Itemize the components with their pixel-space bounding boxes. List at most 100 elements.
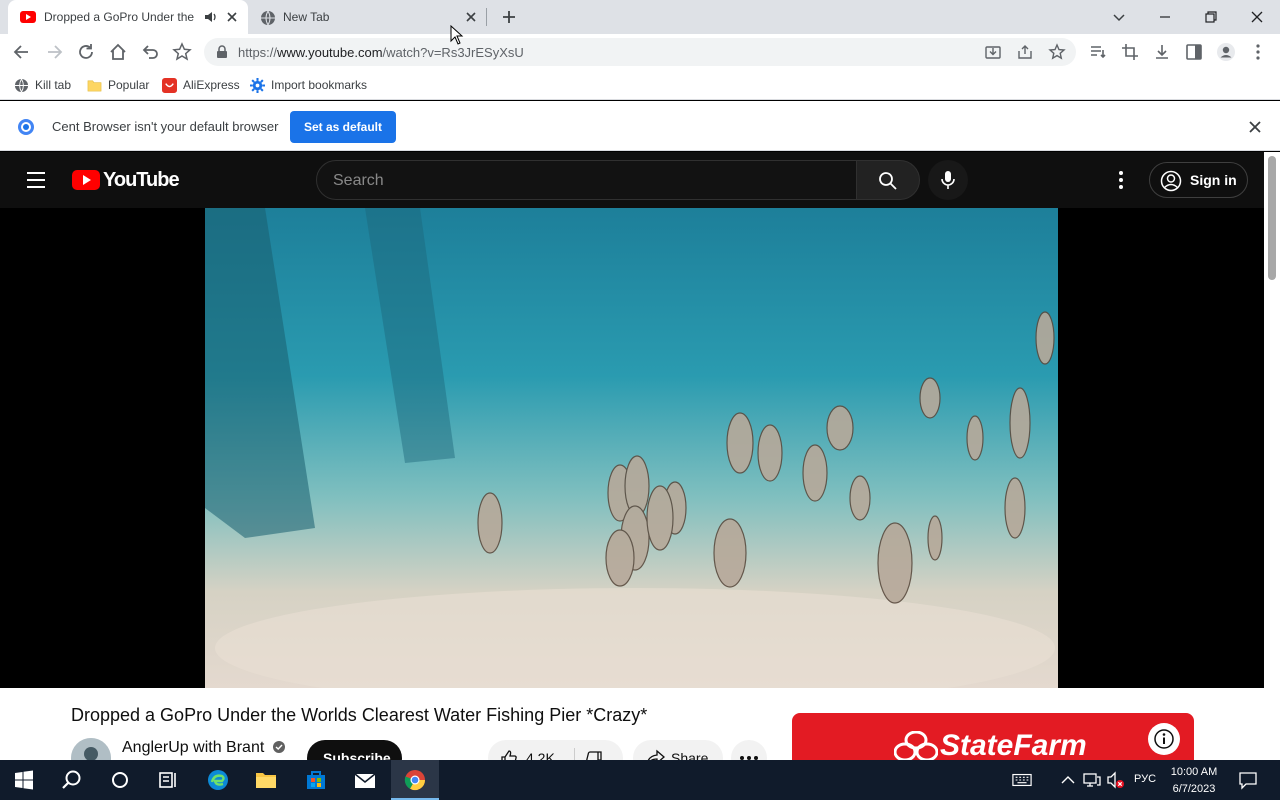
minimize-icon[interactable]	[1156, 8, 1174, 26]
tab-youtube[interactable]: Dropped a GoPro Under the	[8, 0, 248, 34]
taskbar-search[interactable]	[48, 760, 96, 800]
input-language[interactable]: РУС	[1134, 773, 1156, 785]
youtube-settings-kebab-icon[interactable]	[1112, 170, 1130, 190]
bookmarks-bar: Kill tab Popular AliExpress Import bookm…	[0, 70, 1280, 100]
sign-in-button[interactable]: Sign in	[1149, 162, 1248, 198]
share-button[interactable]: Share	[633, 740, 723, 760]
restore-icon[interactable]	[1202, 8, 1220, 26]
sign-in-label: Sign in	[1190, 172, 1237, 188]
video-player[interactable]	[0, 208, 1264, 688]
close-tab-icon[interactable]	[225, 10, 239, 24]
youtube-logo[interactable]: YouTube	[72, 169, 180, 191]
keyboard-tray-icon[interactable]	[1012, 770, 1032, 790]
network-icon[interactable]	[1082, 770, 1102, 790]
bookmark-star-icon[interactable]	[172, 42, 192, 62]
bookmark-import[interactable]: Import bookmarks	[250, 76, 367, 94]
reading-list-icon[interactable]	[1088, 42, 1108, 62]
youtube-logo-text: YouTube	[103, 169, 180, 191]
bookmark-aliexpress[interactable]: AliExpress	[162, 76, 240, 94]
install-app-icon[interactable]	[984, 43, 1002, 61]
share-page-icon[interactable]	[1016, 43, 1034, 61]
address-bar[interactable]: https://www.youtube.com/watch?v=Rs3JrESy…	[204, 38, 1076, 66]
voice-search-button[interactable]	[928, 160, 968, 200]
download-icon[interactable]	[1152, 42, 1172, 62]
url-text[interactable]: https://www.youtube.com/watch?v=Rs3JrESy…	[238, 45, 524, 60]
subscribe-button[interactable]: Subscribe	[307, 740, 402, 760]
microphone-icon	[941, 171, 955, 189]
home-icon[interactable]	[108, 42, 128, 62]
channel-avatar[interactable]	[71, 738, 111, 760]
url-host: www.youtube.com	[277, 45, 383, 60]
url-path: /watch?v=Rs3JrESyXsU	[382, 45, 524, 60]
undo-close-icon[interactable]	[140, 42, 160, 62]
taskbar-edge[interactable]	[194, 760, 242, 800]
channel-name[interactable]: AnglerUp with Brant	[122, 739, 285, 757]
cortana-button[interactable]	[96, 760, 144, 800]
ad-info-button[interactable]	[1148, 723, 1180, 755]
video-details: Dropped a GoPro Under the Worlds Cleares…	[0, 688, 1264, 760]
tab-strip: Dropped a GoPro Under the New Tab	[0, 0, 1280, 34]
cortana-circle-icon	[112, 772, 128, 788]
share-label: Share	[671, 750, 709, 760]
cent-browser-icon	[18, 119, 34, 135]
taskbar-file-explorer[interactable]	[242, 760, 290, 800]
bookmark-label: Import bookmarks	[271, 78, 368, 92]
like-button[interactable]: 4.2K	[488, 740, 574, 760]
globe-icon	[261, 10, 275, 26]
taskbar-mail[interactable]	[341, 760, 389, 800]
taskbar-store[interactable]	[292, 760, 340, 800]
like-count: 4.2K	[526, 750, 555, 760]
youtube-icon	[20, 11, 36, 23]
more-actions-button[interactable]	[731, 740, 767, 760]
back-icon[interactable]	[12, 42, 32, 62]
like-dislike-group: 4.2K	[488, 740, 623, 760]
bookmark-folder-popular[interactable]: Popular	[87, 76, 149, 94]
close-tab-icon[interactable]	[464, 10, 478, 24]
browser-menu-icon[interactable]	[1248, 42, 1268, 62]
page-scrollbar[interactable]	[1264, 152, 1280, 760]
folder-icon	[256, 773, 276, 788]
youtube-search-input[interactable]: Search	[316, 160, 857, 200]
set-as-default-button[interactable]: Set as default	[290, 111, 396, 143]
share-arrow-icon	[647, 749, 665, 760]
bookmark-kill-tab[interactable]: Kill tab	[14, 76, 71, 94]
bookmark-label: Popular	[108, 78, 150, 92]
crop-screenshot-icon[interactable]	[1120, 42, 1140, 62]
account-icon	[1160, 170, 1182, 192]
tab-new-tab[interactable]: New Tab	[250, 0, 482, 34]
video-frame[interactable]	[205, 208, 1058, 688]
subscribe-label: Subscribe	[323, 750, 391, 760]
show-hidden-icons-chevron-icon[interactable]	[1058, 770, 1078, 790]
thumbs-down-icon[interactable]	[585, 750, 603, 760]
reload-icon[interactable]	[76, 42, 96, 62]
profile-avatar-icon[interactable]	[1216, 42, 1236, 62]
forward-icon[interactable]	[44, 42, 64, 62]
edge-icon	[208, 770, 228, 790]
tab-separator	[486, 8, 487, 26]
close-window-icon[interactable]	[1248, 8, 1266, 26]
video-title: Dropped a GoPro Under the Worlds Cleares…	[71, 705, 648, 725]
start-button[interactable]	[0, 760, 48, 800]
scrollbar-thumb[interactable]	[1268, 156, 1276, 280]
aliexpress-icon	[162, 77, 177, 93]
youtube-search-button[interactable]	[856, 160, 920, 200]
bookmark-page-star-icon[interactable]	[1048, 43, 1066, 61]
windows-logo-icon	[15, 770, 33, 790]
statefarm-ad[interactable]: StateFarm	[792, 713, 1194, 760]
close-infobar-icon[interactable]	[1248, 120, 1262, 134]
new-tab-plus-icon[interactable]	[500, 8, 518, 26]
task-view-button[interactable]	[144, 760, 192, 800]
speaker-icon[interactable]	[204, 11, 218, 23]
action-center-icon[interactable]	[1238, 770, 1258, 790]
hamburger-menu-icon[interactable]	[26, 171, 46, 189]
taskbar-cent-browser[interactable]	[391, 760, 439, 800]
mouse-cursor-icon	[450, 25, 464, 45]
lock-icon[interactable]	[216, 45, 228, 59]
side-panel-icon[interactable]	[1184, 42, 1204, 62]
tab-search-chevron-icon[interactable]	[1110, 8, 1128, 26]
volume-muted-icon[interactable]	[1106, 770, 1126, 790]
task-view-icon	[159, 772, 176, 788]
taskbar-clock[interactable]: 10:00 AM 6/7/2023	[1164, 764, 1224, 798]
youtube-page: YouTube Search Sign in Dropped a GoPro U…	[0, 152, 1264, 760]
chrome-browser-icon	[404, 770, 426, 791]
